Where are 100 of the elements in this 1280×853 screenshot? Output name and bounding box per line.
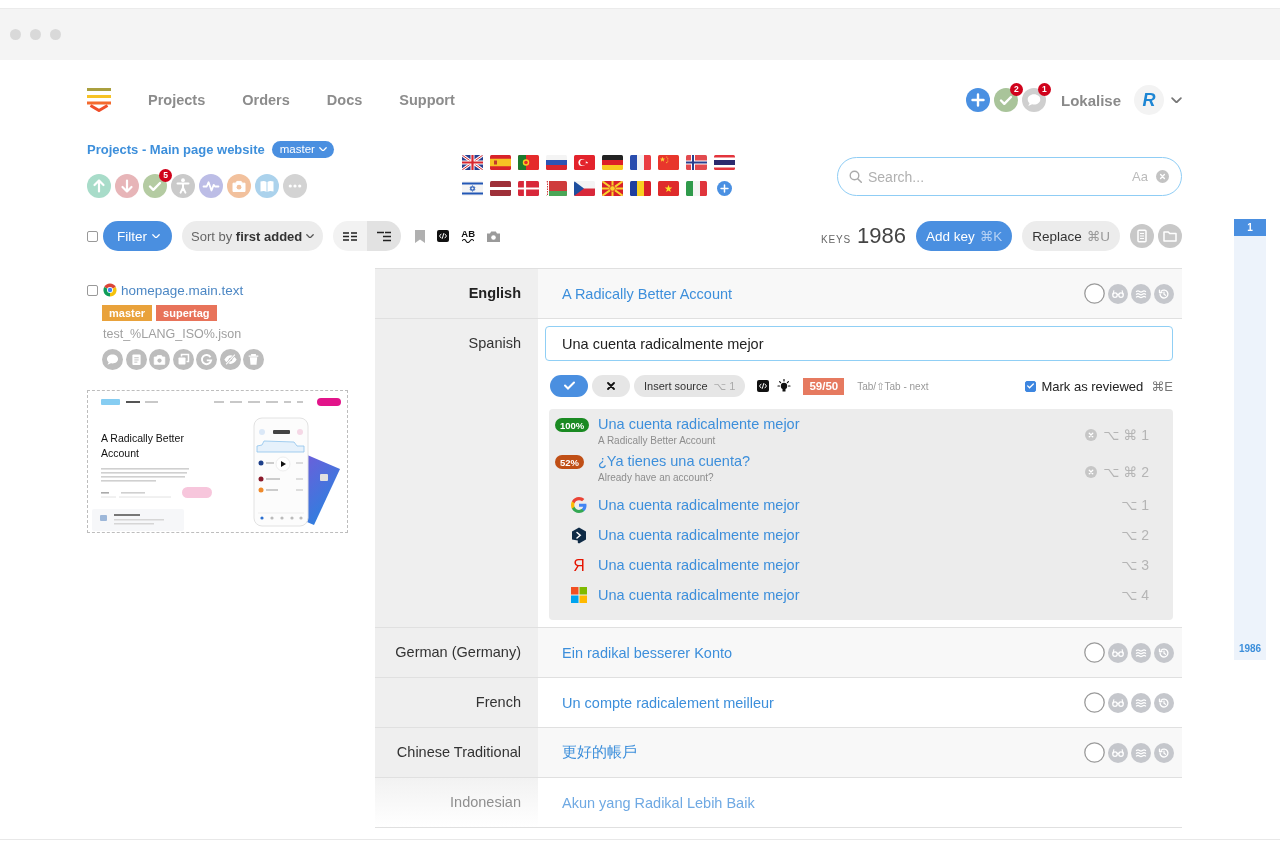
camera-icon[interactable] [149, 349, 170, 370]
view-toggle[interactable] [367, 221, 402, 251]
empty-circle-icon[interactable] [1084, 742, 1105, 763]
chat-bubble-icon[interactable] [1021, 88, 1046, 112]
suggestion-link[interactable]: Una cuenta radicalmente mejor [598, 556, 800, 574]
match-case-toggle[interactable]: Aa [1132, 169, 1148, 184]
suggestion-link[interactable]: Una cuenta radicalmente mejor [598, 526, 800, 544]
replace-button[interactable]: Replace ⌘U [1022, 221, 1120, 251]
thailand-flag-icon[interactable] [714, 155, 735, 170]
waves-icon[interactable] [1131, 642, 1151, 663]
team-name[interactable]: Lokalise [1060, 91, 1121, 109]
vietnam-flag-icon[interactable] [658, 181, 679, 196]
clipboard-icon[interactable] [125, 349, 147, 370]
eye-slash-icon[interactable] [219, 349, 241, 370]
light-bulb-icon[interactable] [777, 379, 792, 393]
history-icon[interactable] [1154, 642, 1174, 663]
turkey-flag-icon[interactable] [574, 155, 595, 170]
north-macedonia-flag-icon[interactable] [602, 181, 623, 196]
translation-text[interactable]: 更好的帳戶 [562, 743, 637, 762]
history-icon[interactable] [1154, 692, 1174, 713]
tag[interactable]: supertag [156, 305, 217, 321]
united-kingdom-flag-icon[interactable] [462, 155, 483, 170]
spellcheck-button[interactable]: AB [461, 229, 475, 243]
more-icon[interactable] [283, 174, 307, 198]
plus-icon[interactable] [965, 88, 990, 112]
waves-icon[interactable] [1131, 692, 1151, 713]
sort-dropdown[interactable]: Sort by first added [182, 221, 324, 251]
avatar[interactable]: R [1134, 85, 1164, 115]
copy-icon[interactable] [172, 349, 194, 370]
history-icon[interactable] [1154, 283, 1174, 304]
portugal-flag-icon[interactable] [518, 155, 539, 170]
empty-circle-icon[interactable] [1084, 642, 1105, 663]
nav-link[interactable]: Projects [148, 92, 206, 108]
suggestion-link[interactable]: ¿Ya tienes una cuenta? [598, 453, 751, 470]
empty-circle-icon[interactable] [1084, 283, 1105, 304]
check-icon[interactable] [993, 88, 1018, 112]
latvia-flag-icon[interactable] [490, 181, 511, 196]
key-name-link[interactable]: homepage.main.text [121, 282, 244, 298]
belarus-flag-icon[interactable] [546, 181, 567, 196]
czech-flag-icon[interactable] [574, 181, 595, 196]
key-range-bar[interactable]: 1 1986 [1234, 219, 1266, 660]
suggestion-link[interactable]: Una cuenta radicalmente mejor [598, 496, 800, 514]
glasses-icon[interactable] [1108, 642, 1128, 663]
add-language-icon[interactable] [717, 181, 732, 196]
norway-flag-icon[interactable] [686, 155, 707, 170]
range-start-marker[interactable]: 1 [1234, 219, 1266, 236]
camera-icon[interactable] [487, 230, 500, 242]
nav-link[interactable]: Orders [242, 92, 290, 108]
select-all-checkbox[interactable] [87, 230, 98, 242]
stacked-bars-logo-icon[interactable] [87, 88, 111, 112]
glasses-icon[interactable] [1108, 742, 1128, 763]
history-icon[interactable] [1154, 742, 1174, 763]
russia-flag-icon[interactable] [546, 155, 567, 170]
mark-reviewed-checkbox[interactable] [1025, 380, 1037, 392]
translation-text[interactable]: Ein radikal besserer Konto [562, 644, 733, 661]
translation-input[interactable]: Una cuenta radicalmente mejor [545, 326, 1173, 361]
waves-icon[interactable] [1131, 283, 1151, 304]
view-toggle[interactable] [333, 221, 368, 251]
france-flag-icon[interactable] [630, 155, 651, 170]
folder-icon[interactable] [1158, 224, 1182, 248]
project-breadcrumb-link[interactable]: Projects - Main page website [87, 141, 265, 157]
glasses-icon[interactable] [1108, 692, 1128, 713]
bookmark-icon[interactable] [415, 229, 426, 243]
glasses-icon[interactable] [1108, 283, 1128, 304]
translation-text[interactable]: Un compte radicalement meilleur [562, 694, 774, 711]
denmark-flag-icon[interactable] [518, 181, 539, 196]
translation-text[interactable]: Akun yang Radikal Lebih Baik [562, 794, 755, 811]
waves-icon[interactable] [1131, 742, 1151, 763]
israel-flag-icon[interactable] [462, 181, 483, 196]
suggestion-link[interactable]: Una cuenta radicalmente mejor [598, 416, 800, 433]
close-circle-icon[interactable] [1085, 428, 1098, 441]
italy-flag-icon[interactable] [686, 181, 707, 196]
china-flag-icon[interactable] [658, 155, 679, 170]
cancel-button[interactable] [592, 375, 630, 397]
key-checkbox[interactable] [87, 284, 98, 296]
translation-cell[interactable]: Ein radikal besserer Konto [538, 628, 1182, 677]
suggestion-link[interactable]: Una cuenta radicalmente mejor [598, 586, 800, 604]
pulse-icon[interactable] [199, 174, 223, 198]
mark-reviewed-label[interactable]: Mark as reviewed [1041, 378, 1144, 394]
translation-text[interactable]: A Radically Better Account [562, 285, 733, 302]
trash-icon[interactable] [243, 349, 264, 370]
book-icon[interactable] [255, 174, 279, 198]
close-circle-icon[interactable] [1085, 465, 1098, 478]
translation-cell[interactable]: 更好的帳戶 [538, 728, 1182, 777]
g-mark-icon[interactable] [196, 349, 217, 370]
clear-icon[interactable] [1156, 170, 1169, 183]
translation-cell[interactable]: Un compte radicalement meilleur [538, 678, 1182, 727]
code-icon[interactable] [757, 380, 770, 392]
translation-cell[interactable]: A Radically Better Account [538, 269, 1182, 318]
document-icon[interactable] [1130, 224, 1154, 248]
germany-flag-icon[interactable] [602, 155, 623, 170]
nav-link[interactable]: Docs [326, 92, 363, 108]
romania-flag-icon[interactable] [630, 181, 651, 196]
add-key-button[interactable]: Add key ⌘K [915, 221, 1013, 251]
spain-flag-icon[interactable] [490, 155, 511, 170]
empty-circle-icon[interactable] [1084, 692, 1105, 713]
filter-button[interactable]: Filter [103, 221, 172, 251]
nav-link[interactable]: Support [399, 92, 455, 108]
code-icon[interactable] [437, 230, 450, 242]
branch-dropdown[interactable]: master [271, 140, 334, 158]
